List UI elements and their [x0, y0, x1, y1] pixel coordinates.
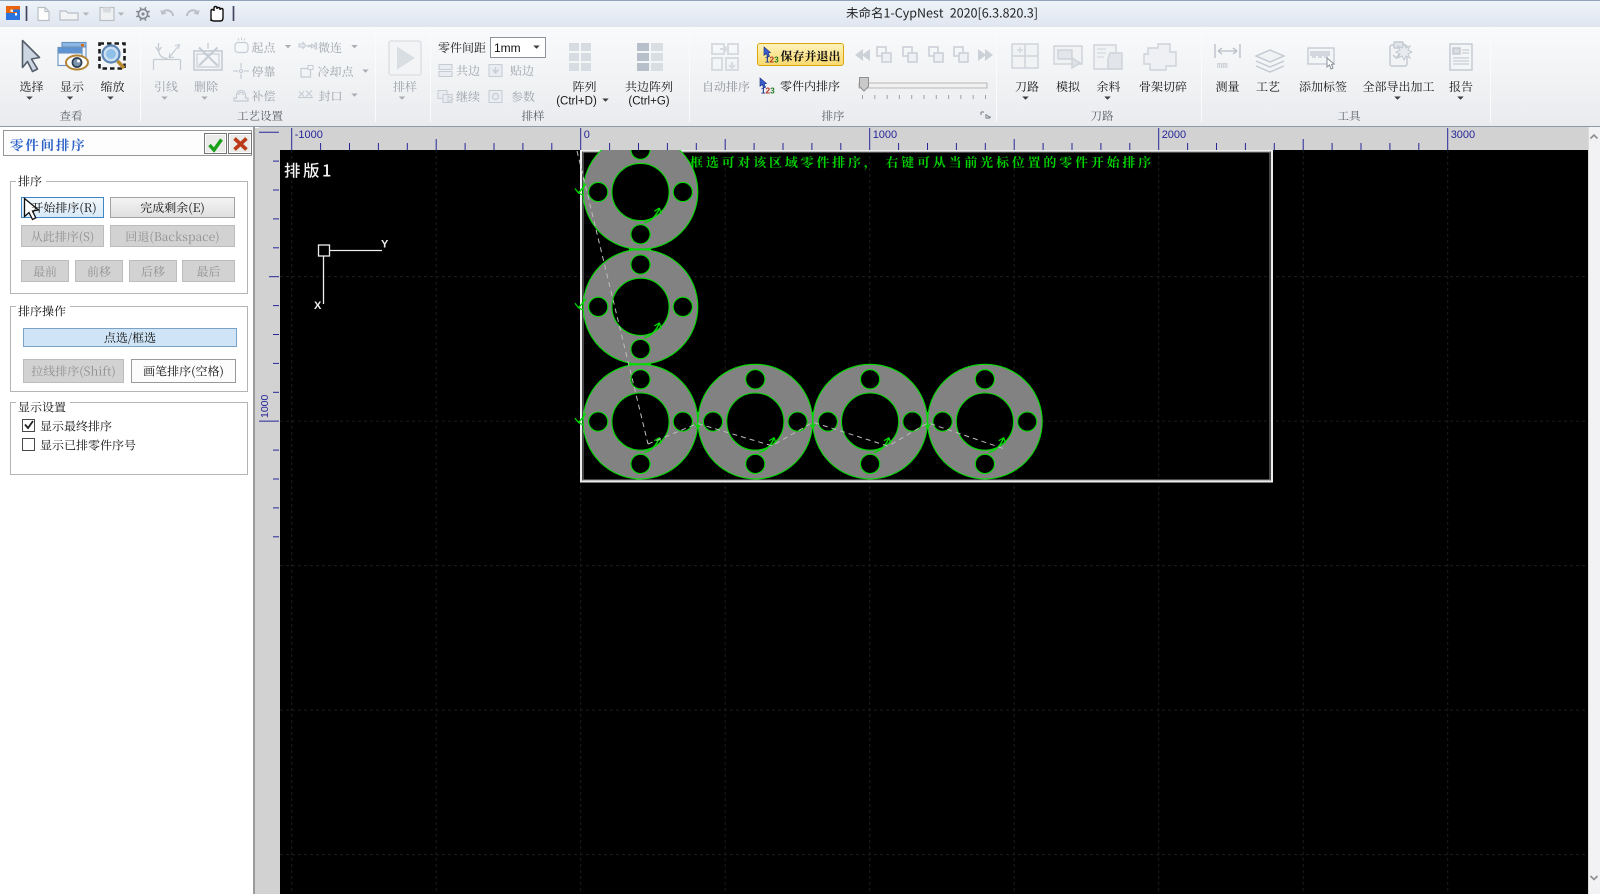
- svg-text:X: X: [314, 300, 322, 312]
- svg-text:(Ctrl+G): (Ctrl+G): [628, 96, 669, 108]
- svg-text:1mm: 1mm: [494, 41, 521, 55]
- svg-text:Y: Y: [381, 239, 389, 251]
- svg-text:(Ctrl+D): (Ctrl+D): [556, 96, 597, 108]
